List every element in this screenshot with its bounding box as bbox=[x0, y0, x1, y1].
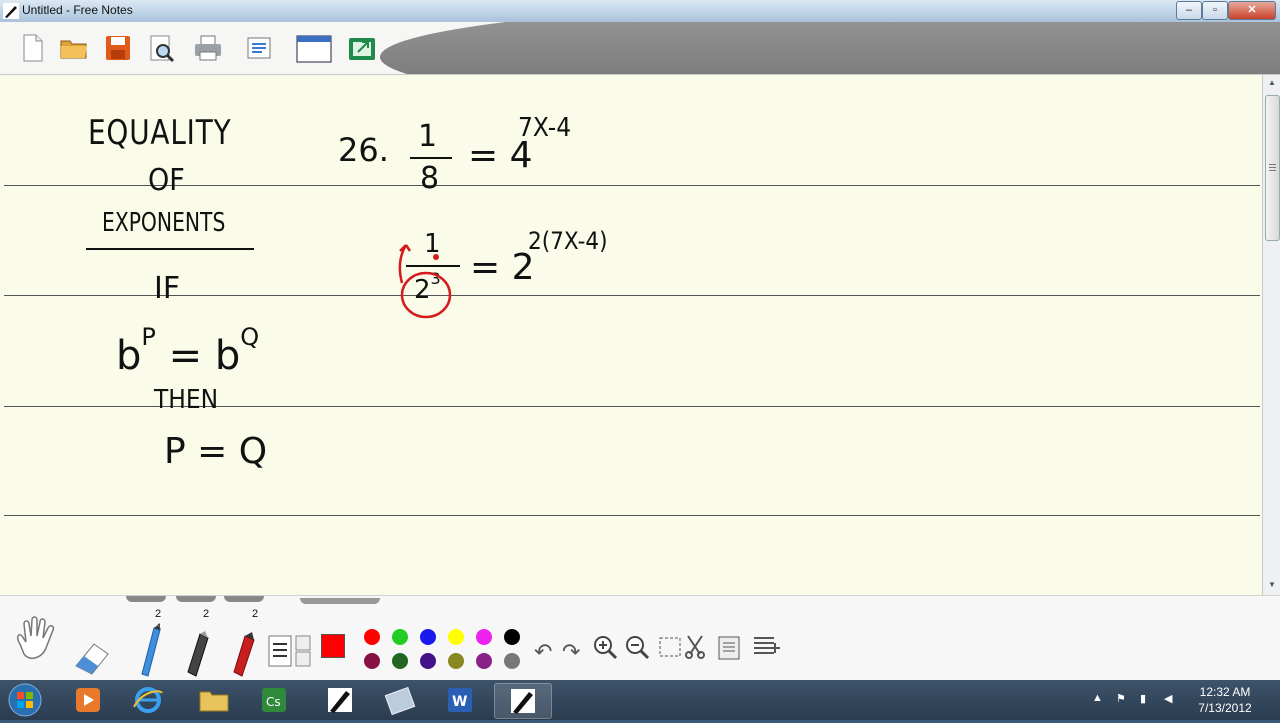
clock-time: 12:32 AM bbox=[1199, 685, 1251, 699]
volume-icon[interactable]: ◀ bbox=[1164, 692, 1178, 706]
color-swatch[interactable] bbox=[504, 653, 520, 669]
color-swatch[interactable] bbox=[364, 629, 380, 645]
open-folder-icon[interactable] bbox=[58, 32, 90, 64]
heading-of: OF bbox=[148, 163, 185, 198]
clock-date: 7/13/2012 bbox=[1198, 701, 1252, 715]
scroll-thumb[interactable] bbox=[1265, 95, 1280, 241]
text-then: THEN bbox=[154, 385, 219, 415]
eq-exponent-p: P bbox=[141, 323, 156, 351]
heading-equality: EQUALITY bbox=[88, 113, 232, 153]
heading-exponents: EXPONENTS bbox=[102, 208, 226, 238]
problem-exponent: 7X-4 bbox=[518, 113, 572, 143]
pen-toolbar: 2 2 2 4 ↶ ↷ bbox=[0, 595, 1280, 681]
zoom-in-icon[interactable] bbox=[592, 634, 618, 660]
minimize-button[interactable]: – bbox=[1176, 1, 1202, 20]
eq-middle: = b bbox=[155, 333, 241, 379]
ruled-line bbox=[4, 185, 1260, 186]
maximize-button[interactable]: ▫ bbox=[1202, 1, 1228, 20]
title-bar: Untitled - Free Notes – ▫ ✕ bbox=[0, 0, 1280, 22]
window-title: Untitled - Free Notes bbox=[22, 3, 133, 17]
problem-denominator: 8 bbox=[420, 161, 440, 196]
internet-explorer-taskbar-icon[interactable] bbox=[120, 683, 176, 717]
step-equals-two: = 2 bbox=[470, 247, 535, 288]
toolbar-decoration bbox=[380, 22, 1280, 74]
problem-number: 26. bbox=[338, 131, 389, 169]
pen-size-label: 2 bbox=[203, 608, 210, 620]
svg-text:W: W bbox=[452, 694, 467, 710]
scroll-down-arrow[interactable]: ▼ bbox=[1263, 577, 1280, 593]
close-button[interactable]: ✕ bbox=[1228, 1, 1276, 20]
color-swatch[interactable] bbox=[420, 653, 436, 669]
line-style-icon[interactable] bbox=[268, 634, 316, 668]
system-clock[interactable]: 12:32 AM 7/13/2012 bbox=[1180, 684, 1270, 716]
text-if: IF bbox=[154, 271, 181, 306]
page-setup-icon[interactable] bbox=[244, 32, 276, 64]
action-center-icon[interactable]: ⚑ bbox=[1116, 692, 1130, 706]
save-icon[interactable] bbox=[102, 32, 134, 64]
eq-base: b bbox=[116, 333, 142, 379]
color-swatch[interactable] bbox=[420, 629, 436, 645]
color-swatch[interactable] bbox=[448, 653, 464, 669]
redo-icon[interactable]: ↷ bbox=[562, 641, 584, 663]
export-icon[interactable] bbox=[346, 32, 378, 64]
taskbar: Cs W ▲ ⚑ ▮ ◀ 12:32 AM 7/13/2012 bbox=[0, 680, 1280, 720]
step-exponent: 2(7X-4) bbox=[528, 227, 608, 255]
start-orb-icon[interactable] bbox=[6, 682, 44, 718]
red-circle-annotation bbox=[398, 244, 452, 319]
camtasia-taskbar-icon[interactable]: Cs bbox=[246, 683, 302, 717]
undo-icon[interactable]: ↶ bbox=[534, 641, 556, 663]
free-notes-active-taskbar-icon[interactable] bbox=[494, 683, 552, 719]
paste-icon[interactable] bbox=[716, 634, 742, 660]
color-swatch[interactable] bbox=[504, 629, 520, 645]
notes-canvas[interactable]: EQUALITY OF EXPONENTS IF bP = bQ THEN P … bbox=[0, 75, 1262, 595]
color-swatch[interactable] bbox=[392, 629, 408, 645]
print-preview-icon[interactable] bbox=[146, 32, 178, 64]
color-swatch[interactable] bbox=[364, 653, 380, 669]
color-swatch[interactable] bbox=[448, 629, 464, 645]
pen-size-tab[interactable] bbox=[224, 596, 264, 602]
pen-size-tab[interactable] bbox=[126, 596, 166, 602]
free-notes-taskbar-icon[interactable] bbox=[312, 683, 368, 717]
pen-size-tab[interactable] bbox=[300, 598, 380, 604]
app-pen-icon bbox=[3, 3, 19, 19]
current-color-swatch[interactable] bbox=[321, 634, 345, 658]
pencil-tool-icon[interactable] bbox=[138, 624, 164, 678]
file-explorer-taskbar-icon[interactable] bbox=[186, 683, 242, 717]
ruled-line bbox=[4, 295, 1260, 296]
window-icon[interactable] bbox=[296, 32, 332, 64]
vertical-scrollbar[interactable]: ▲ ▼ bbox=[1262, 75, 1280, 595]
cut-icon[interactable] bbox=[682, 634, 708, 660]
color-swatch[interactable] bbox=[476, 629, 492, 645]
pen-size-tab[interactable] bbox=[176, 596, 216, 602]
problem-numerator: 1 bbox=[418, 119, 438, 154]
heading-underline bbox=[86, 248, 254, 250]
pencil-size-label: 2 bbox=[155, 608, 162, 620]
equation-p-equals-q: P = Q bbox=[164, 431, 268, 472]
select-icon[interactable] bbox=[658, 634, 682, 660]
eq-exponent-q: Q bbox=[240, 323, 260, 351]
ruled-line bbox=[4, 515, 1260, 516]
new-icon[interactable] bbox=[16, 32, 48, 64]
scroll-up-arrow[interactable]: ▲ bbox=[1263, 75, 1280, 91]
print-icon[interactable] bbox=[192, 32, 224, 64]
format-icon[interactable] bbox=[752, 634, 782, 660]
network-icon[interactable]: ▮ bbox=[1140, 692, 1154, 706]
equation-bp-bq: bP = bQ bbox=[116, 323, 259, 379]
show-hidden-icons[interactable]: ▲ bbox=[1092, 692, 1106, 706]
media-player-taskbar-icon[interactable] bbox=[60, 683, 116, 717]
svg-text:Cs: Cs bbox=[266, 695, 281, 709]
zoom-out-icon[interactable] bbox=[624, 634, 650, 660]
marker-tool-icon[interactable] bbox=[230, 630, 258, 678]
main-toolbar bbox=[0, 22, 1280, 75]
hand-tool-icon[interactable] bbox=[10, 614, 62, 666]
color-swatch[interactable] bbox=[392, 653, 408, 669]
pen-tool-icon[interactable] bbox=[184, 630, 212, 678]
screenshot-taskbar-icon[interactable] bbox=[372, 683, 428, 717]
word-taskbar-icon[interactable]: W bbox=[432, 683, 488, 717]
eraser-tool-icon[interactable] bbox=[72, 636, 112, 676]
marker-size-label: 2 bbox=[252, 608, 259, 620]
color-swatch[interactable] bbox=[476, 653, 492, 669]
fraction-bar bbox=[410, 157, 452, 159]
